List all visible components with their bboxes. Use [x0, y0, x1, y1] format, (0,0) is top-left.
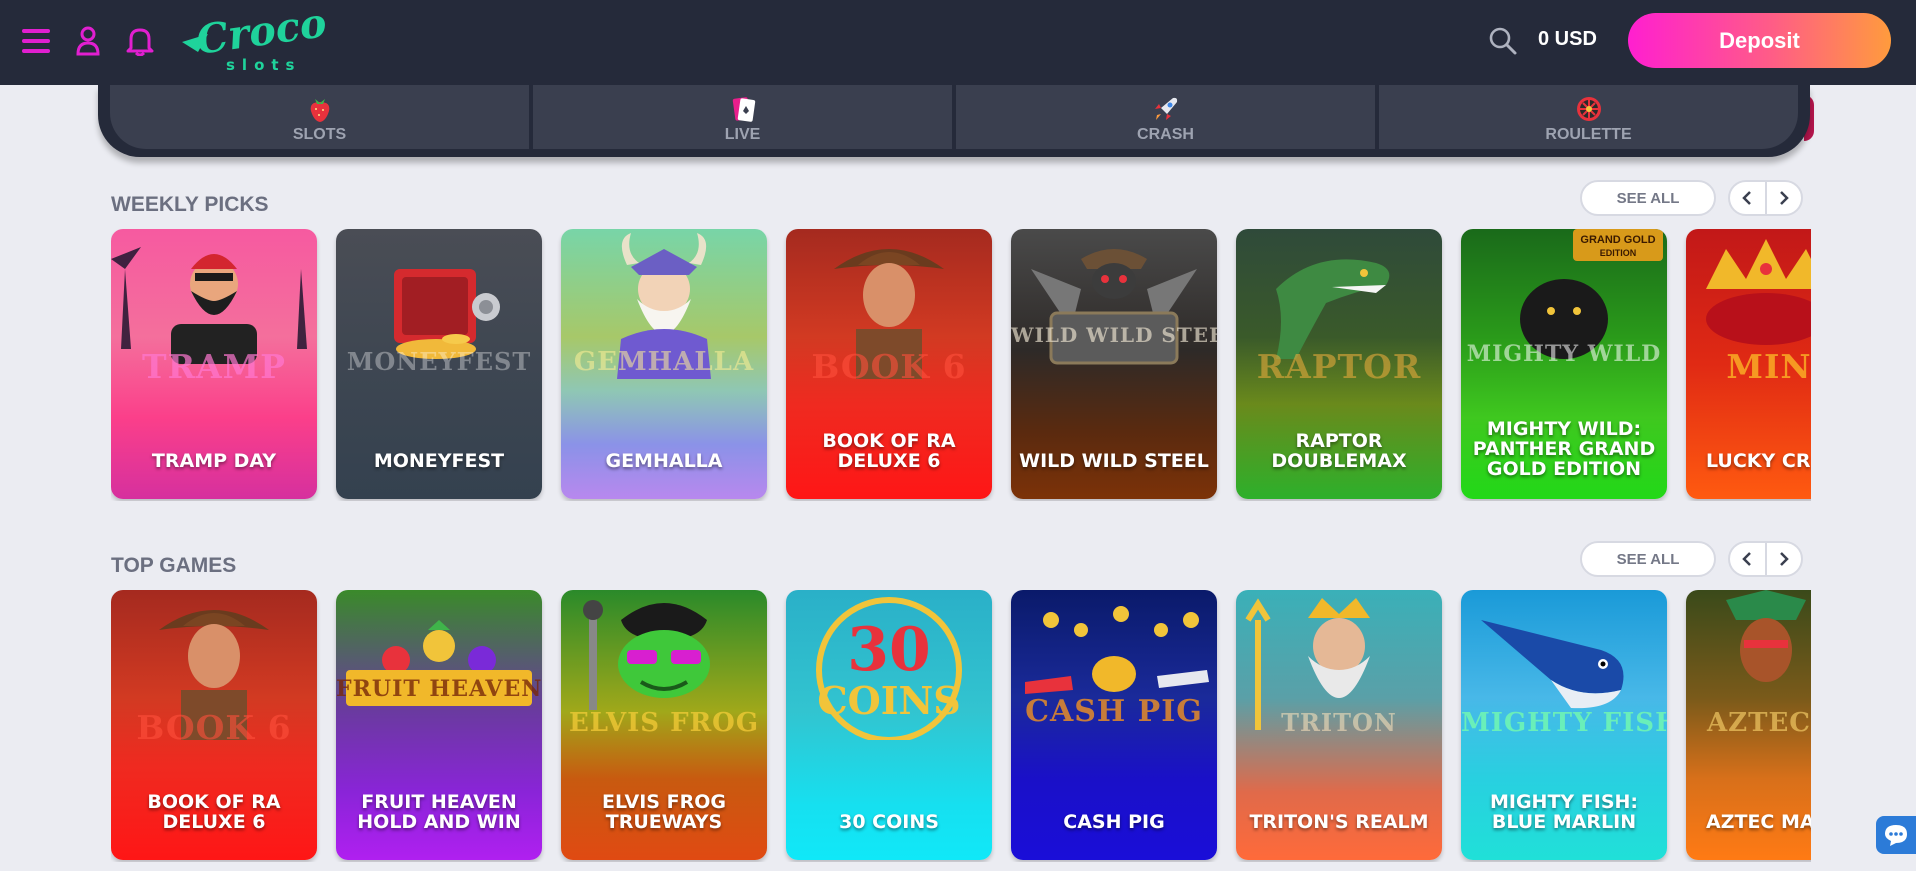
- rocket-icon: [1154, 97, 1177, 120]
- category-bar: SLOTS LIVE CRASH ROULETTE: [98, 85, 1814, 157]
- chevron-right-icon[interactable]: [1764, 182, 1802, 214]
- game-logo-text: TRAMP: [142, 347, 286, 386]
- game-title: LUCKY CR HOLD AND: [1706, 450, 1811, 472]
- svg-text:30: 30: [847, 615, 931, 685]
- logo-subtitle: slots: [226, 56, 302, 74]
- game-card-mighty-fish[interactable]: MIGHTY FISH MIGHTY FISH: BLUE MARLIN: [1461, 590, 1667, 860]
- game-card-wild-wild-steel[interactable]: WILD WILD STEEL WILD WILD STEEL: [1011, 229, 1217, 499]
- game-logo-text: CASH PIG: [1025, 694, 1203, 729]
- svg-text:EDITION: EDITION: [1600, 248, 1637, 258]
- category-tab-slots[interactable]: SLOTS: [110, 85, 529, 149]
- category-label: LIVE: [724, 126, 761, 143]
- game-card-moneyfest[interactable]: MONEYFEST MONEYFEST: [336, 229, 542, 499]
- weekly-see-all-button[interactable]: SEE ALL: [1580, 180, 1716, 216]
- cards-icon: [732, 97, 755, 122]
- balance-display[interactable]: 0 USD: [1538, 28, 1597, 51]
- svg-text:GRAND GOLD: GRAND GOLD: [1580, 234, 1655, 246]
- game-title: BOOK OF RA DELUXE 6: [147, 791, 281, 833]
- game-card-fruit-heaven[interactable]: FRUIT HEAVEN FRUIT HEAVEN HOLD AND WIN: [336, 590, 542, 860]
- menu-icon[interactable]: [22, 29, 50, 53]
- game-logo-text: MIN: [1726, 347, 1811, 386]
- game-card-mighty-wild-panther[interactable]: GRAND GOLD EDITION MIGHTY WILD MIGHTY WIL…: [1461, 229, 1667, 499]
- roulette-icon: [1576, 97, 1601, 121]
- weekly-picks-row: TRAMP TRAMP DAY MONEYFEST MONEYFEST GEMH…: [111, 229, 1811, 501]
- category-tab-roulette[interactable]: ROULETTE: [1379, 85, 1798, 149]
- game-logo-text: TRITON: [1281, 708, 1397, 737]
- game-card-cash-pig[interactable]: CASH PIG CASH PIG: [1011, 590, 1217, 860]
- game-card-aztec-magic-bonanza[interactable]: AZTEC AZTEC MA BONAN: [1686, 590, 1811, 860]
- game-title: ELVIS FROG TRUEWAYS: [602, 791, 726, 833]
- game-title: WILD WILD STEEL: [1019, 450, 1209, 472]
- category-label: SLOTS: [292, 126, 347, 143]
- game-title: AZTEC MA BONAN: [1706, 811, 1811, 833]
- game-title: CASH PIG: [1063, 811, 1165, 833]
- user-icon[interactable]: [76, 26, 100, 56]
- top-carousel-arrows: [1728, 541, 1803, 577]
- category-label: ROULETTE: [1545, 126, 1632, 143]
- svg-text:COINS: COINS: [817, 678, 960, 723]
- game-title: TRAMP DAY: [151, 450, 277, 472]
- game-title: FRUIT HEAVEN HOLD AND WIN: [357, 791, 521, 833]
- game-logo-text: MONEYFEST: [346, 347, 532, 376]
- game-logo-text: MIGHTY FISH: [1461, 708, 1667, 738]
- game-logo-text: GEMHALLA: [573, 347, 755, 377]
- category-tab-crash[interactable]: CRASH: [956, 85, 1375, 149]
- top-navbar: Croco slots 0 USD Deposit: [0, 0, 1916, 85]
- game-card-gemhalla[interactable]: GEMHALLA GEMHALLA: [561, 229, 767, 499]
- game-title: 30 COINS: [839, 811, 939, 833]
- game-card-elvis-frog-trueways[interactable]: ELVIS FROG ELVIS FROG TRUEWAYS: [561, 590, 767, 860]
- top-games-title: TOP GAMES: [111, 554, 237, 577]
- game-card-tritons-realm[interactable]: TRITON TRITON'S REALM: [1236, 590, 1442, 860]
- category-tab-live[interactable]: LIVE: [533, 85, 952, 149]
- weekly-picks-title: WEEKLY PICKS: [111, 193, 269, 216]
- game-card-30-coins[interactable]: 30 COINS 30 COINS: [786, 590, 992, 860]
- category-label: CRASH: [1137, 126, 1194, 143]
- game-card-raptor-doublemax[interactable]: RAPTOR RAPTOR DOUBLEMAX: [1236, 229, 1442, 499]
- game-logo-text: MIGHTY WILD: [1466, 341, 1662, 367]
- game-card-book-of-ra-deluxe-6[interactable]: BOOK 6 BOOK OF RA DELUXE 6: [111, 590, 317, 860]
- game-title: TRITON'S REALM: [1249, 811, 1429, 833]
- chat-bubble-icon[interactable]: [1876, 816, 1916, 854]
- top-see-all-button[interactable]: SEE ALL: [1580, 541, 1716, 577]
- game-logo-text: BOOK 6: [811, 347, 967, 386]
- game-card-book-of-ra-deluxe-6[interactable]: BOOK 6 BOOK OF RA DELUXE 6: [786, 229, 992, 499]
- game-title: MONEYFEST: [373, 450, 505, 472]
- game-logo-text: WILD WILD STEEL: [1011, 323, 1217, 347]
- search-icon[interactable]: [1488, 26, 1518, 56]
- game-title: MIGHTY WILD: PANTHER GRAND GOLD EDITION: [1472, 418, 1656, 480]
- top-games-row: BOOK 6 BOOK OF RA DELUXE 6 FRUIT HEAVEN …: [111, 590, 1811, 862]
- croco-slots-logo[interactable]: Croco slots: [178, 0, 329, 74]
- game-title: MIGHTY FISH: BLUE MARLIN: [1489, 791, 1639, 833]
- game-card-lucky-crown[interactable]: MIN LUCKY CR HOLD AND: [1686, 229, 1811, 499]
- strawberry-icon: [310, 99, 329, 122]
- game-logo-text: FRUIT HEAVEN: [336, 676, 542, 702]
- bell-icon[interactable]: [126, 26, 154, 57]
- game-logo-text: RAPTOR: [1256, 347, 1422, 386]
- game-title: GEMHALLA: [605, 450, 723, 472]
- chevron-right-icon[interactable]: [1764, 543, 1802, 575]
- weekly-carousel-arrows: [1728, 180, 1803, 216]
- game-title: RAPTOR DOUBLEMAX: [1271, 430, 1407, 472]
- game-card-tramp-day[interactable]: TRAMP TRAMP DAY: [111, 229, 317, 499]
- game-title: BOOK OF RA DELUXE 6: [822, 430, 956, 472]
- game-logo-text: ELVIS FROG: [568, 708, 760, 738]
- game-logo-text: BOOK 6: [136, 708, 292, 747]
- chevron-left-icon[interactable]: [1730, 543, 1765, 575]
- chevron-left-icon[interactable]: [1730, 182, 1765, 214]
- deposit-button[interactable]: Deposit: [1628, 13, 1891, 68]
- game-logo-text: AZTEC: [1706, 708, 1811, 738]
